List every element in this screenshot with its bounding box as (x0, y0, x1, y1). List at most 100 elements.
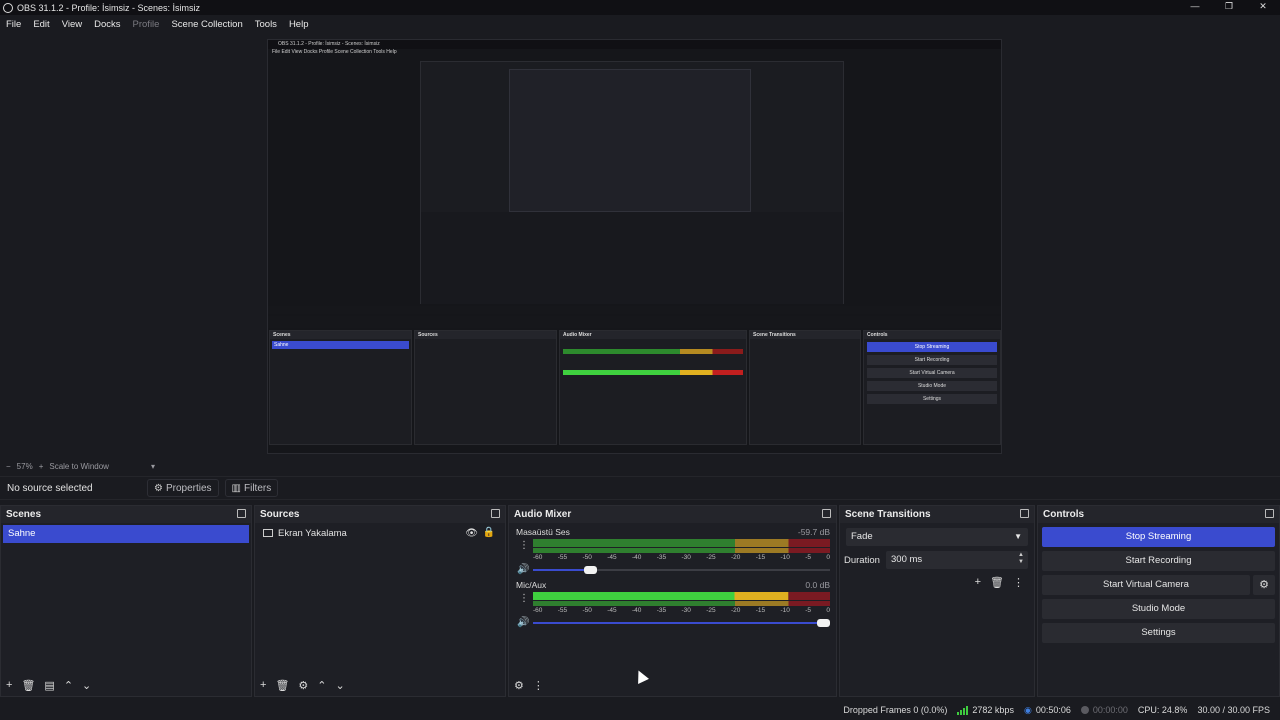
meter-scale: -60 -55 -50 -45 -40 -35 -30 -25 -20 -15 -10 -5 0 (533, 554, 830, 563)
gear-icon[interactable]: ⚙ (1253, 575, 1275, 595)
kebab-menu-icon[interactable]: ⋮ (519, 540, 529, 551)
minimize-button[interactable]: — (1178, 0, 1212, 15)
dropped-frames: Dropped Frames 0 (0.0%) (843, 705, 948, 715)
broadcast-icon: ◉ (1023, 704, 1032, 715)
nested-title-bar: OBS 31.1.2 - Profile: İsimsiz - Scenes: … (268, 40, 1001, 49)
scenes-header: Scenes (1, 506, 251, 523)
start-virtual-camera-button[interactable]: Start Virtual Camera (1042, 575, 1250, 595)
meter-tick-label: -55 (557, 607, 568, 614)
chevron-down-icon[interactable]: ▾ (151, 462, 155, 471)
popout-icon[interactable] (1265, 509, 1274, 518)
mixer-tracks: Masaüstü Ses -59.7 dB ⋮ -60 -55 -50 -45 -40 -35-… (509, 523, 836, 629)
scene-transitions-dock: Scene Transitions Fade ▼ Duration 300 ms… (839, 505, 1035, 697)
source-item[interactable]: Ekran Yakalama 👁 🔒 (255, 523, 505, 543)
add-icon[interactable]: + (6, 679, 12, 691)
filters-button[interactable]: ▥ Filters (224, 479, 279, 497)
meter-tick-label: -5 (805, 607, 812, 614)
down-arrow-icon[interactable]: ⌄ (82, 679, 91, 692)
nested-sources-dock: Sources (414, 330, 557, 445)
add-icon[interactable]: + (975, 576, 981, 589)
menu-tools[interactable]: Tools (255, 19, 277, 30)
volume-slider[interactable] (533, 619, 830, 627)
eye-icon[interactable]: 👁 (465, 528, 478, 539)
controls-title: Controls (1043, 509, 1085, 520)
volume-meter (533, 539, 830, 547)
popout-icon[interactable] (1020, 509, 1029, 518)
meter-tick-label: -25 (706, 554, 716, 561)
menu-help[interactable]: Help (289, 19, 309, 30)
zoom-in-button[interactable]: + (39, 462, 44, 471)
preview-area: OBS 31.1.2 - Profile: İsimsiz - Scenes: … (0, 33, 1280, 458)
spinner-icon[interactable]: ▲ ▼ (1018, 552, 1024, 566)
down-arrow-icon[interactable]: ⌄ (336, 679, 345, 692)
settings-button[interactable]: Settings (1042, 623, 1275, 643)
sources-header: Sources (255, 506, 505, 523)
nested-zoom-bar (268, 306, 1001, 314)
speaker-icon[interactable]: 🔊 (517, 564, 529, 575)
nested-menu-bar: File Edit View Docks Profile Scene Colle… (268, 49, 1001, 57)
nested-docks (421, 212, 843, 304)
nested-menu: File Edit View Docks Profile Scene Colle… (272, 49, 397, 55)
preview-canvas[interactable]: OBS 31.1.2 - Profile: İsimsiz - Scenes: … (267, 39, 1002, 454)
duration-row: Duration 300 ms ▲ ▼ (844, 551, 1028, 569)
speaker-icon[interactable]: 🔊 (517, 617, 529, 628)
popout-icon[interactable] (822, 509, 831, 518)
nested-preview (420, 61, 844, 304)
duration-input[interactable]: 300 ms ▲ ▼ (886, 551, 1028, 569)
kebab-menu-icon[interactable]: ⋮ (1013, 576, 1024, 589)
signal-icon (957, 705, 969, 715)
stream-time: 00:50:06 (1035, 705, 1071, 715)
volume-slider-handle[interactable] (817, 619, 830, 627)
menu-scene-collection[interactable]: Scene Collection (171, 19, 242, 30)
kebab-menu-icon[interactable]: ⋮ (519, 593, 529, 604)
zoom-out-button[interactable]: − (6, 462, 11, 471)
zoom-level: 57% (16, 461, 33, 471)
volume-slider[interactable] (533, 566, 830, 574)
mixer-toolbar: ⚙ ⋮ (509, 674, 836, 696)
mixer-track: Masaüstü Ses -59.7 dB ⋮ -60 -55 -50 -45 -40 -35-… (509, 523, 836, 576)
meter-tick-label: 0 (826, 607, 830, 614)
trash-icon[interactable]: 🗑 (275, 679, 289, 692)
scene-item[interactable]: Sahne (3, 525, 249, 543)
studio-mode-button[interactable]: Studio Mode (1042, 599, 1275, 619)
mixer-settings-icon[interactable]: ⚙ (514, 679, 524, 692)
duration-label: Duration (844, 554, 880, 566)
scale-mode-select[interactable]: Scale to Window (49, 462, 109, 471)
meter-tick-label: -35 (656, 554, 667, 561)
menu-view[interactable]: View (62, 19, 82, 30)
transition-toolbar: + 🗑 ⋮ (966, 576, 1024, 589)
volume-meter-secondary (533, 601, 830, 606)
sources-title: Sources (260, 509, 300, 520)
properties-button[interactable]: ⚙ Properties (147, 479, 219, 497)
meter-tick-label: -20 (731, 554, 741, 561)
close-button[interactable]: ✕ (1246, 0, 1280, 15)
virtual-camera-row: Start Virtual Camera ⚙ (1042, 575, 1275, 595)
start-recording-button[interactable]: Start Recording (1042, 551, 1275, 571)
title-bar: OBS 31.1.2 - Profile: İsimsiz - Scenes: … (0, 0, 1280, 15)
sources-toolbar: + 🗑 ⚙ ⌃ ⌄ (255, 674, 505, 696)
nested-mixer-dock: Audio Mixer (559, 330, 747, 445)
up-arrow-icon[interactable]: ⌃ (64, 679, 73, 692)
popout-icon[interactable] (491, 509, 500, 518)
trash-icon[interactable]: 🗑 (990, 576, 1004, 589)
volume-slider-handle[interactable] (584, 566, 598, 574)
gear-icon[interactable]: ⚙ (298, 679, 308, 692)
record-segment: 00:00:00 (1080, 705, 1128, 715)
menu-profile[interactable]: Profile (133, 19, 160, 30)
chevron-down-icon: ▼ (1014, 532, 1022, 541)
add-icon[interactable]: + (260, 679, 266, 691)
transition-select[interactable]: Fade ▼ (846, 528, 1028, 546)
popout-icon[interactable] (237, 509, 246, 518)
menu-file[interactable]: File (6, 19, 21, 30)
menu-edit[interactable]: Edit (33, 19, 49, 30)
up-arrow-icon[interactable]: ⌃ (317, 679, 326, 692)
trash-icon[interactable]: 🗑 (21, 679, 35, 692)
stop-streaming-button[interactable]: Stop Streaming (1042, 527, 1275, 547)
duration-value: 300 ms (891, 554, 923, 565)
filter-icon[interactable]: ▤ (44, 679, 54, 692)
menu-docks[interactable]: Docks (94, 19, 120, 30)
maximize-button[interactable]: ❐ (1212, 0, 1246, 15)
kebab-menu-icon[interactable]: ⋮ (533, 679, 544, 692)
lock-icon[interactable]: 🔒 (483, 527, 495, 538)
meter-tick-label: -50 (582, 554, 592, 561)
